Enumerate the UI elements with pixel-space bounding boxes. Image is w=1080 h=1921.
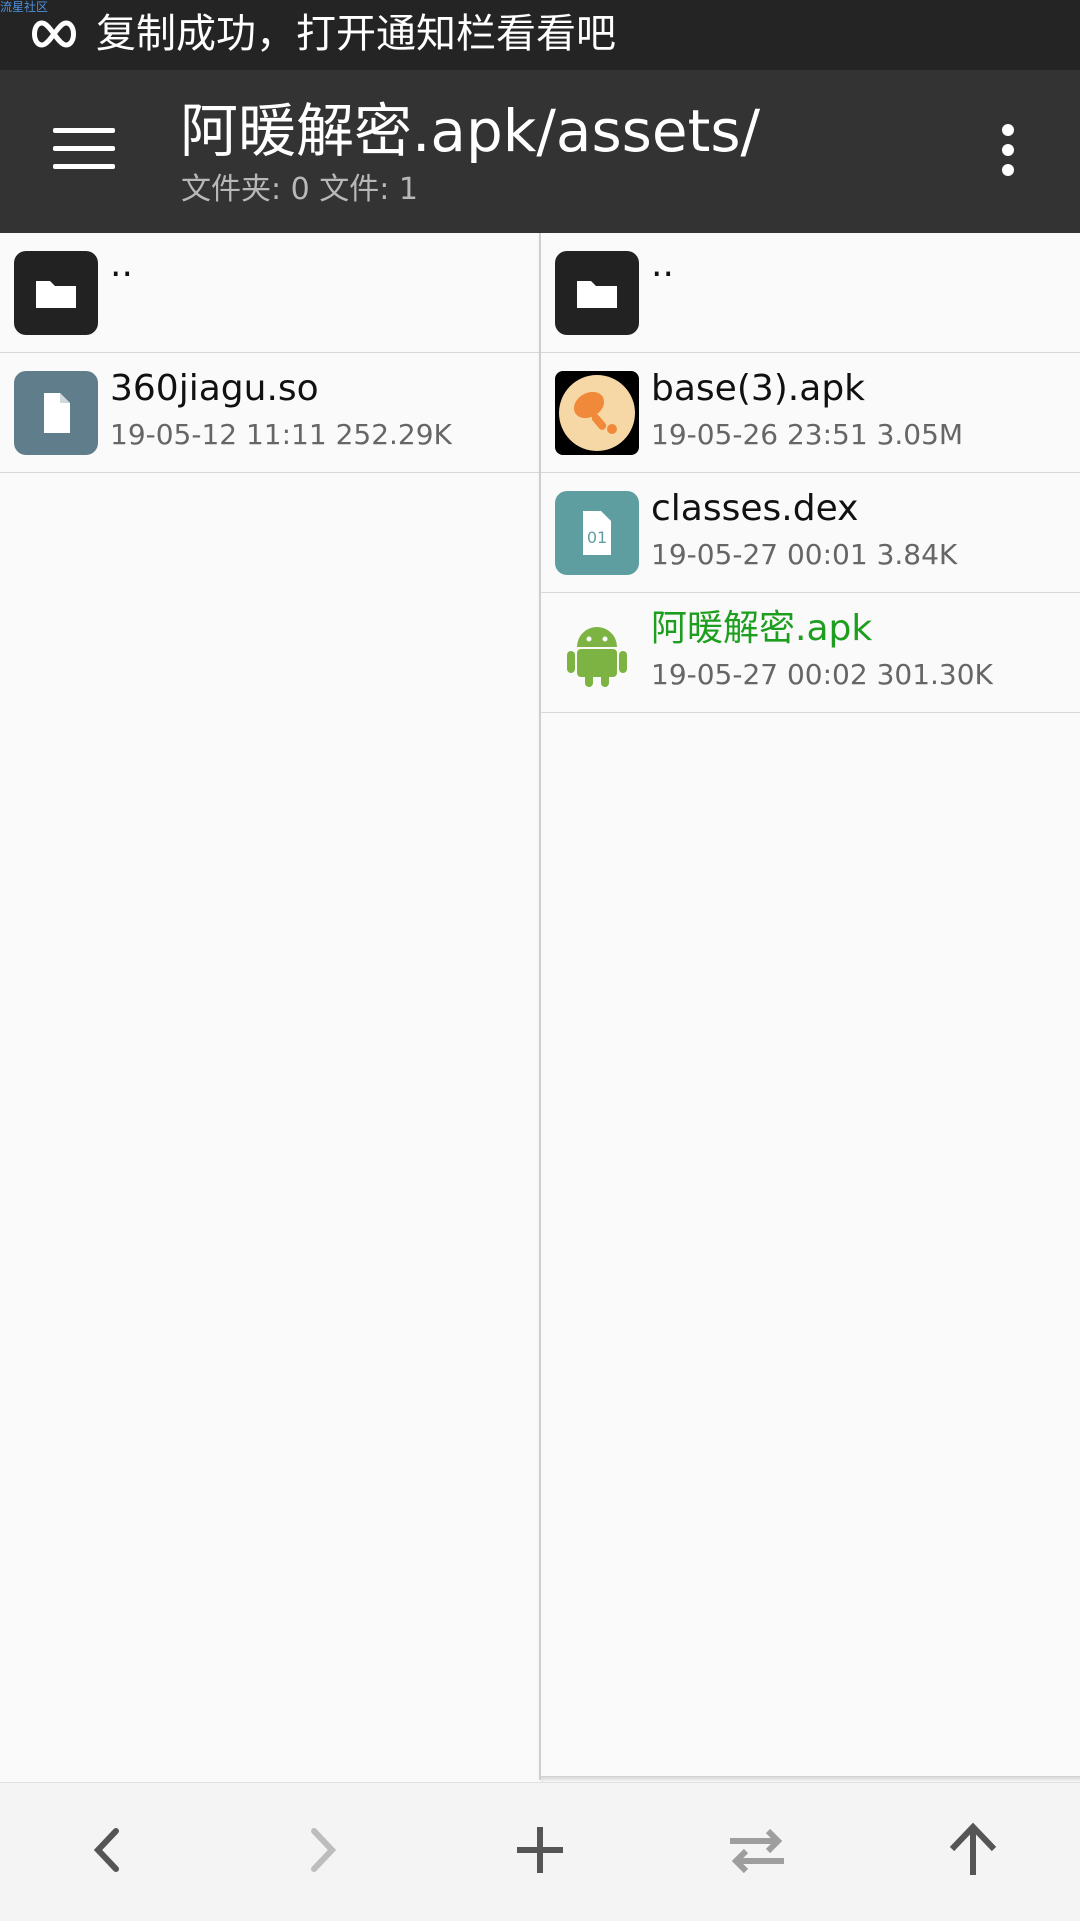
- file-meta: 19-05-12 11:11 252.29K: [110, 418, 452, 451]
- hamburger-menu-icon[interactable]: [53, 128, 115, 170]
- forward-icon[interactable]: [278, 1805, 368, 1895]
- left-file-pane[interactable]: .. 360jiagu.so 19-05-12 11:11 252.29K: [0, 233, 539, 1780]
- list-item-parent-dir[interactable]: ..: [541, 233, 1080, 353]
- bottom-toolbar: [0, 1782, 1080, 1921]
- list-item-file[interactable]: base(3).apk 19-05-26 23:51 3.05M: [541, 353, 1080, 473]
- watermark: 流星社区: [0, 0, 49, 14]
- page-subtitle: 文件夹: 0 文件: 1: [181, 172, 418, 207]
- infinity-icon: [32, 20, 76, 48]
- swap-icon[interactable]: [712, 1805, 802, 1895]
- file-name: classes.dex: [651, 488, 859, 529]
- app-drumstick-icon: [555, 371, 639, 455]
- back-icon[interactable]: [62, 1805, 152, 1895]
- more-vertical-icon[interactable]: [996, 124, 1020, 178]
- notification-text: 复制成功，打开通知栏看看吧: [96, 11, 616, 57]
- list-item-parent-dir[interactable]: ..: [0, 233, 539, 353]
- list-item-file[interactable]: 阿暖解密.apk 19-05-27 00:02 301.30K: [541, 593, 1080, 713]
- right-file-pane[interactable]: .. base(3).apk 19-05-26 23:51 3.05M 01 c…: [541, 233, 1080, 1780]
- add-icon[interactable]: [495, 1805, 585, 1895]
- file-name: base(3).apk: [651, 368, 866, 409]
- notification-bar: 流星社区 复制成功，打开通知栏看看吧: [0, 0, 1080, 70]
- folder-icon: [555, 251, 639, 335]
- file-meta: 19-05-26 23:51 3.05M: [651, 418, 964, 451]
- file-name: 360jiagu.so: [110, 368, 319, 409]
- file-meta: 19-05-27 00:01 3.84K: [651, 538, 958, 571]
- file-meta: 19-05-27 00:02 301.30K: [651, 658, 993, 691]
- page-title: 阿暖解密.apk/assets/: [180, 97, 761, 165]
- android-icon: [555, 611, 639, 695]
- file-name: 阿暖解密.apk: [651, 608, 873, 649]
- dex-file-icon: 01: [555, 491, 639, 575]
- list-item-file[interactable]: 01 classes.dex 19-05-27 00:01 3.84K: [541, 473, 1080, 593]
- list-item-file[interactable]: 360jiagu.so 19-05-12 11:11 252.29K: [0, 353, 539, 473]
- svg-text:01: 01: [587, 528, 607, 547]
- file-icon: [14, 371, 98, 455]
- folder-icon: [14, 251, 98, 335]
- parent-dir-label: ..: [651, 244, 674, 285]
- up-icon[interactable]: [928, 1805, 1018, 1895]
- parent-dir-label: ..: [110, 244, 133, 285]
